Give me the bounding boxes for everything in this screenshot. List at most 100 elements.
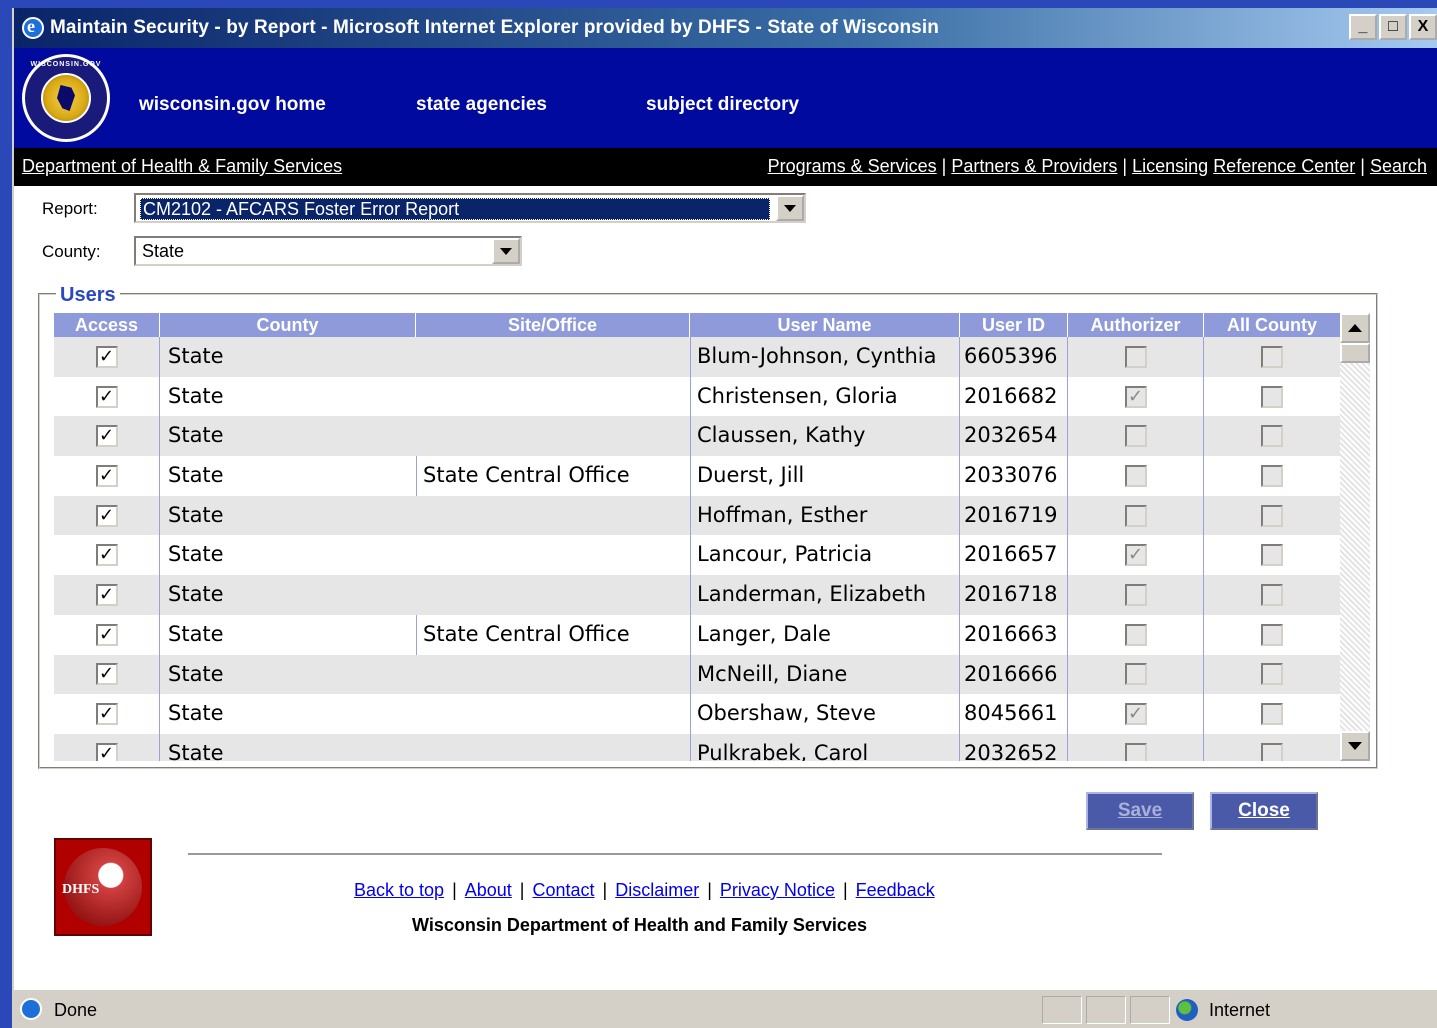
authorizer-checkbox[interactable] [1124, 623, 1147, 646]
access-checkbox[interactable]: ✓ [95, 623, 118, 646]
minimize-button[interactable]: _ [1349, 14, 1377, 40]
table-row: ✓ State Pulkrabek, Carol 2032652 [54, 733, 1340, 761]
column-header-user-id[interactable]: User ID [960, 313, 1068, 337]
programs-services-link[interactable]: Programs & Services [768, 156, 937, 176]
county-select[interactable]: State [134, 236, 522, 266]
state-agencies-link[interactable]: state agencies [416, 94, 547, 116]
access-checkbox[interactable]: ✓ [95, 583, 118, 606]
access-checkbox[interactable]: ✓ [95, 425, 118, 448]
authorizer-checkbox[interactable] [1124, 464, 1147, 487]
all-county-checkbox[interactable] [1261, 345, 1283, 368]
all-county-checkbox[interactable] [1261, 425, 1283, 448]
authorizer-checkbox[interactable]: ✓ [1124, 544, 1147, 567]
scroll-thumb[interactable] [1340, 343, 1370, 363]
contact-link[interactable]: Contact [532, 880, 594, 900]
site-office-cell: State Central Office [416, 456, 690, 496]
report-select[interactable]: CM2102 - AFCARS Foster Error Report [134, 193, 806, 223]
licensing-link[interactable]: Licensing [1132, 156, 1208, 176]
wisconsin-seal-logo[interactable]: WISCONSIN.GOV [22, 54, 110, 142]
users-grid-body: ✓ State Blum-Johnson, Cynthia 6605396 ✓ State… [54, 337, 1340, 761]
authorizer-checkbox[interactable] [1124, 663, 1147, 686]
site-office-cell [416, 416, 690, 456]
close-button[interactable]: Close [1210, 792, 1318, 830]
user-name-cell: Christensen, Gloria [690, 376, 960, 417]
authorizer-checkbox[interactable]: ✓ [1124, 703, 1147, 726]
all-county-cell [1204, 535, 1340, 575]
authorizer-checkbox[interactable] [1124, 583, 1147, 606]
all-county-checkbox[interactable] [1261, 385, 1283, 408]
county-cell: State [168, 740, 224, 761]
authorizer-checkbox[interactable] [1124, 504, 1147, 527]
table-row: ✓ State Lancour, Patricia 2016657 ✓ [54, 535, 1340, 576]
authorizer-cell [1068, 337, 1204, 377]
user-name-cell: Pulkrabek, Carol [690, 733, 960, 761]
nav-separator: | [1360, 156, 1365, 176]
all-county-checkbox[interactable] [1261, 464, 1283, 487]
status-pane [1130, 996, 1170, 1024]
all-county-checkbox[interactable] [1261, 663, 1283, 686]
all-county-checkbox[interactable] [1261, 583, 1283, 606]
access-checkbox[interactable]: ✓ [95, 742, 118, 761]
grid-scrollbar[interactable] [1340, 313, 1370, 761]
footer-separator: | [452, 880, 457, 900]
all-county-checkbox[interactable] [1261, 544, 1283, 567]
authorizer-checkbox[interactable] [1124, 425, 1147, 448]
wisconsin-gov-home-link[interactable]: wisconsin.gov home [139, 94, 326, 116]
table-row: ✓ State State Central Office Langer, Dale 20… [54, 614, 1340, 655]
disclaimer-link[interactable]: Disclaimer [615, 880, 699, 900]
maximize-button[interactable]: □ [1379, 14, 1407, 40]
access-cell: ✓ [54, 575, 160, 615]
access-cell: ✓ [54, 614, 160, 655]
column-header-all-county[interactable]: All County [1204, 313, 1340, 337]
access-checkbox[interactable]: ✓ [95, 504, 118, 527]
access-checkbox[interactable]: ✓ [95, 345, 118, 368]
department-home-link[interactable]: Department of Health & Family Services [22, 156, 342, 177]
all-county-checkbox[interactable] [1261, 703, 1283, 726]
column-header-authorizer[interactable]: Authorizer [1068, 313, 1204, 337]
about-link[interactable]: About [465, 880, 512, 900]
column-header-county[interactable]: County [160, 313, 416, 337]
county-cell: State [168, 542, 224, 567]
table-row: ✓ State Christensen, Gloria 2016682 ✓ [54, 376, 1340, 417]
privacy-notice-link[interactable]: Privacy Notice [720, 880, 835, 900]
search-link[interactable]: Search [1370, 156, 1427, 176]
table-row: ✓ State Hoffman, Esther 2016719 [54, 495, 1340, 536]
user-name-cell: McNeill, Diane [690, 654, 960, 695]
all-county-cell [1204, 694, 1340, 734]
user-id-cell: 2016666 [960, 654, 1068, 695]
subject-directory-link[interactable]: subject directory [646, 94, 799, 116]
back-to-top-link[interactable]: Back to top [354, 880, 444, 900]
column-header-site-office[interactable]: Site/Office [416, 313, 690, 337]
authorizer-checkbox[interactable]: ✓ [1124, 385, 1147, 408]
authorizer-cell [1068, 733, 1204, 761]
all-county-cell [1204, 615, 1340, 655]
all-county-checkbox[interactable] [1261, 623, 1283, 646]
save-button[interactable]: Save [1086, 792, 1194, 830]
all-county-checkbox[interactable] [1261, 742, 1283, 761]
footer-divider [188, 853, 1162, 855]
user-name-cell: Hoffman, Esther [690, 495, 960, 536]
feedback-link[interactable]: Feedback [856, 880, 935, 900]
access-checkbox[interactable]: ✓ [95, 464, 118, 487]
access-checkbox[interactable]: ✓ [95, 544, 118, 567]
scroll-down-icon[interactable] [1340, 731, 1370, 761]
user-id-cell: 2016657 [960, 535, 1068, 576]
partners-providers-link[interactable]: Partners & Providers [951, 156, 1117, 176]
chevron-down-icon[interactable] [492, 238, 520, 264]
county-cell: State [168, 582, 224, 607]
access-checkbox[interactable]: ✓ [95, 703, 118, 726]
close-window-button[interactable]: X [1409, 14, 1437, 40]
all-county-checkbox[interactable] [1261, 504, 1283, 527]
user-name-cell: Obershaw, Steve [690, 694, 960, 734]
column-header-access[interactable]: Access [54, 313, 160, 337]
access-cell: ✓ [54, 694, 160, 734]
wisconsin-map-icon [41, 73, 91, 123]
access-checkbox[interactable]: ✓ [95, 663, 118, 686]
scroll-up-icon[interactable] [1340, 313, 1370, 343]
column-header-user-name[interactable]: User Name [690, 313, 960, 337]
chevron-down-icon[interactable] [776, 195, 804, 221]
reference-center-link[interactable]: Reference Center [1213, 156, 1355, 176]
authorizer-checkbox[interactable] [1124, 345, 1147, 368]
authorizer-checkbox[interactable] [1124, 742, 1147, 761]
access-checkbox[interactable]: ✓ [95, 385, 118, 408]
